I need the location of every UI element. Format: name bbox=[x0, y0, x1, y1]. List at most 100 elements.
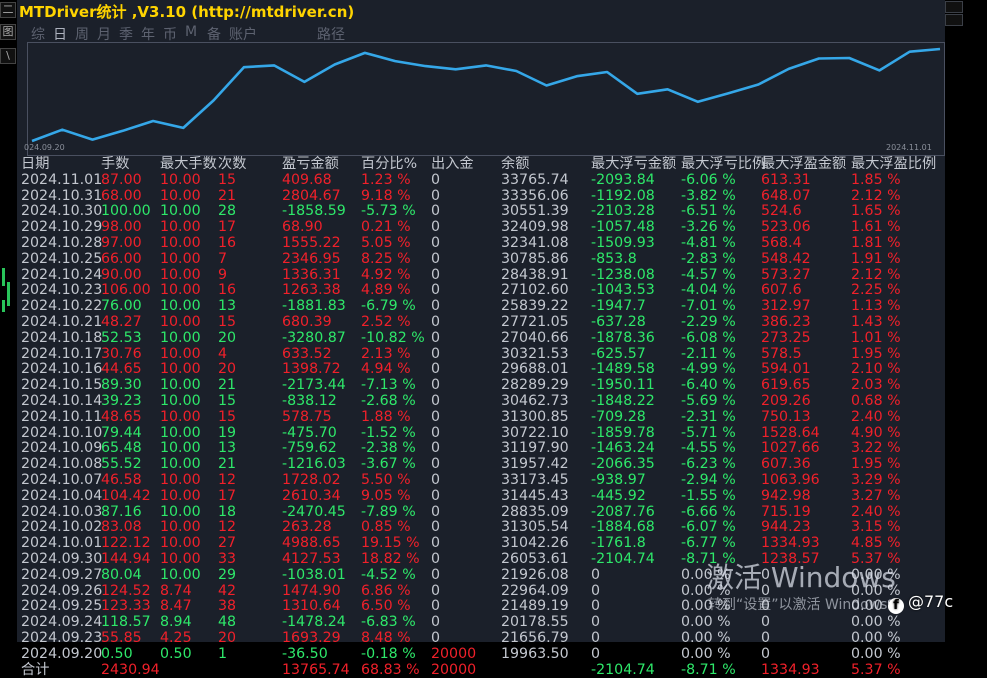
tab-summary[interactable]: 综 bbox=[31, 24, 45, 44]
table-row[interactable]: 2024.10.2276.0010.0013-1881.83-6.79 %025… bbox=[17, 299, 945, 315]
row-max-float-loss: -1043.53 bbox=[591, 283, 655, 299]
strip-glyph-1[interactable]: 二 bbox=[0, 2, 16, 18]
row-count: 17 bbox=[218, 220, 236, 236]
tab-month[interactable]: 月 bbox=[97, 24, 111, 44]
header-max-float-gain-pct[interactable]: 最大浮盈比例 bbox=[851, 157, 936, 173]
header-max-float-loss-pct[interactable]: 最大浮亏比例 bbox=[681, 157, 766, 173]
row-max-float-gain: 312.97 bbox=[761, 299, 811, 315]
header-date[interactable]: 日期 bbox=[21, 157, 49, 173]
row-pct: 9.05 % bbox=[361, 489, 411, 505]
row-max-float-loss-pct: -6.77 % bbox=[681, 536, 736, 552]
row-max-float-loss-pct: -5.71 % bbox=[681, 426, 736, 442]
row-count: 1 bbox=[218, 647, 227, 663]
row-lots: 80.04 bbox=[101, 568, 142, 584]
header-max-lots[interactable]: 最大手数 bbox=[160, 157, 217, 173]
minimize-icon[interactable] bbox=[945, 1, 963, 13]
table-row[interactable]: 2024.10.2566.0010.0072346.958.25 %030785… bbox=[17, 252, 945, 268]
row-date: 2024.09.24 bbox=[21, 615, 102, 631]
row-max-float-gain-pct: 1.95 % bbox=[851, 457, 901, 473]
table-row[interactable]: 2024.10.01122.1210.00274988.6519.15 %031… bbox=[17, 536, 945, 552]
row-pnl: 1263.38 bbox=[282, 283, 341, 299]
row-date: 2024.10.17 bbox=[21, 347, 102, 363]
table-row[interactable]: 2024.10.1439.2310.0015-838.12-2.68 %0304… bbox=[17, 394, 945, 410]
row-max-float-loss-pct: 0.00 % bbox=[681, 631, 731, 647]
header-pct[interactable]: 百分比% bbox=[361, 157, 417, 173]
row-max-float-loss: 0 bbox=[591, 615, 600, 631]
table-row[interactable]: 2024.10.04104.4210.00172610.349.05 %0314… bbox=[17, 489, 945, 505]
row-max-lots: 10.00 bbox=[160, 204, 201, 220]
row-balance: 30722.10 bbox=[501, 426, 569, 442]
row-flow: 0 bbox=[431, 473, 440, 489]
table-row[interactable]: 2024.10.0965.4810.0013-759.62-2.38 %0311… bbox=[17, 441, 945, 457]
table-row[interactable]: 2024.10.1730.7610.004633.522.13 %030321.… bbox=[17, 347, 945, 363]
row-date: 2024.10.01 bbox=[21, 536, 102, 552]
row-balance: 30785.86 bbox=[501, 252, 569, 268]
table-row[interactable]: 2024.10.1644.6510.00201398.724.94 %02968… bbox=[17, 362, 945, 378]
table-row[interactable]: 2024.10.1148.6510.0015578.751.88 %031300… bbox=[17, 410, 945, 426]
table-row[interactable]: 2024.09.200.500.501-36.50-0.18 %20000199… bbox=[17, 647, 945, 663]
row-max-float-gain: 578.5 bbox=[761, 347, 802, 363]
row-max-lots: 10.00 bbox=[160, 505, 201, 521]
row-max-float-loss-pct: -5.69 % bbox=[681, 394, 736, 410]
row-pct: 6.86 % bbox=[361, 584, 411, 600]
tab-year[interactable]: 年 bbox=[141, 24, 155, 44]
table-row[interactable]: 2024.11.0187.0010.0015409.681.23 %033765… bbox=[17, 173, 945, 189]
header-pnl[interactable]: 盈亏金额 bbox=[282, 157, 339, 173]
row-date: 2024.11.01 bbox=[21, 173, 102, 189]
row-max-float-gain-pct: 2.25 % bbox=[851, 283, 901, 299]
row-balance: 30551.39 bbox=[501, 204, 569, 220]
row-date: 2024.10.08 bbox=[21, 457, 102, 473]
table-row[interactable]: 2024.10.30100.0010.0028-1858.59-5.73 %03… bbox=[17, 204, 945, 220]
table-row[interactable]: 2024.10.2490.0010.0091336.314.92 %028438… bbox=[17, 268, 945, 284]
row-pct: -6.79 % bbox=[361, 299, 416, 315]
tab-path[interactable]: 路径 bbox=[317, 24, 345, 44]
row-pnl: -1216.03 bbox=[282, 457, 346, 473]
tab-quarter[interactable]: 季 bbox=[119, 24, 133, 44]
table-row[interactable]: 2024.10.1852.5310.0020-3280.87-10.82 %02… bbox=[17, 331, 945, 347]
activation-watermark: 激活 Windows bbox=[706, 556, 896, 596]
table-row[interactable]: 2024.09.24118.578.9448-1478.24-6.83 %020… bbox=[17, 615, 945, 631]
table-row[interactable]: 2024.10.0746.5810.00121728.025.50 %03317… bbox=[17, 473, 945, 489]
badge-handle: @77c bbox=[908, 592, 953, 611]
header-balance[interactable]: 余额 bbox=[501, 157, 529, 173]
row-balance: 25839.22 bbox=[501, 299, 569, 315]
strip-glyph-2[interactable]: 图 bbox=[0, 24, 16, 40]
tab-m[interactable]: M bbox=[185, 24, 197, 40]
table-row[interactable]: 2024.10.3168.0010.00212804.679.18 %03335… bbox=[17, 189, 945, 205]
tab-note[interactable]: 备 bbox=[207, 24, 221, 44]
table-row[interactable]: 2024.10.0855.5210.0021-1216.03-3.67 %031… bbox=[17, 457, 945, 473]
row-max-float-loss: -1192.08 bbox=[591, 189, 655, 205]
strip-glyph-3[interactable]: \ bbox=[0, 48, 16, 64]
row-count: 15 bbox=[218, 315, 236, 331]
header-lots[interactable]: 手数 bbox=[101, 157, 129, 173]
header-max-float-loss[interactable]: 最大浮亏金额 bbox=[591, 157, 676, 173]
row-max-float-gain: 209.26 bbox=[761, 394, 811, 410]
tab-account[interactable]: 账户 bbox=[229, 24, 257, 44]
row-pct: 18.82 % bbox=[361, 552, 420, 568]
table-row[interactable]: 2024.10.2998.0010.001768.900.21 %032409.… bbox=[17, 220, 945, 236]
table-row[interactable]: 2024.10.0283.0810.0012263.280.85 %031305… bbox=[17, 520, 945, 536]
row-max-lots: 10.00 bbox=[160, 236, 201, 252]
table-row[interactable]: 2024.10.1079.4410.0019-475.70-1.52 %0307… bbox=[17, 426, 945, 442]
tab-currency[interactable]: 币 bbox=[163, 24, 177, 44]
tab-week[interactable]: 周 bbox=[75, 24, 89, 44]
row-flow: 0 bbox=[431, 584, 440, 600]
candle-2 bbox=[7, 282, 10, 306]
table-row[interactable]: 2024.10.1589.3010.0021-2173.44-7.13 %028… bbox=[17, 378, 945, 394]
table-row[interactable]: 2024.10.0387.1610.0018-2470.45-7.89 %028… bbox=[17, 505, 945, 521]
tab-day[interactable]: 日 bbox=[53, 24, 67, 44]
table-row[interactable]: 2024.10.2148.2710.0015680.392.52 %027721… bbox=[17, 315, 945, 331]
row-balance: 28835.09 bbox=[501, 505, 569, 521]
row-pct: 4.94 % bbox=[361, 362, 411, 378]
row-max-float-loss: -1057.48 bbox=[591, 220, 655, 236]
table-row[interactable]: 2024.10.23106.0010.00161263.384.89 %0271… bbox=[17, 283, 945, 299]
row-count: 21 bbox=[218, 378, 236, 394]
restore-icon[interactable] bbox=[945, 14, 963, 26]
table-row[interactable]: 2024.09.2355.854.25201693.298.48 %021656… bbox=[17, 631, 945, 647]
header-count[interactable]: 次数 bbox=[218, 157, 246, 173]
header-max-float-gain[interactable]: 最大浮盈金额 bbox=[761, 157, 846, 173]
row-max-lots: 10.00 bbox=[160, 520, 201, 536]
row-flow: 0 bbox=[431, 173, 440, 189]
table-row[interactable]: 2024.10.2897.0010.00161555.225.05 %03234… bbox=[17, 236, 945, 252]
header-flow[interactable]: 出入金 bbox=[431, 157, 474, 173]
